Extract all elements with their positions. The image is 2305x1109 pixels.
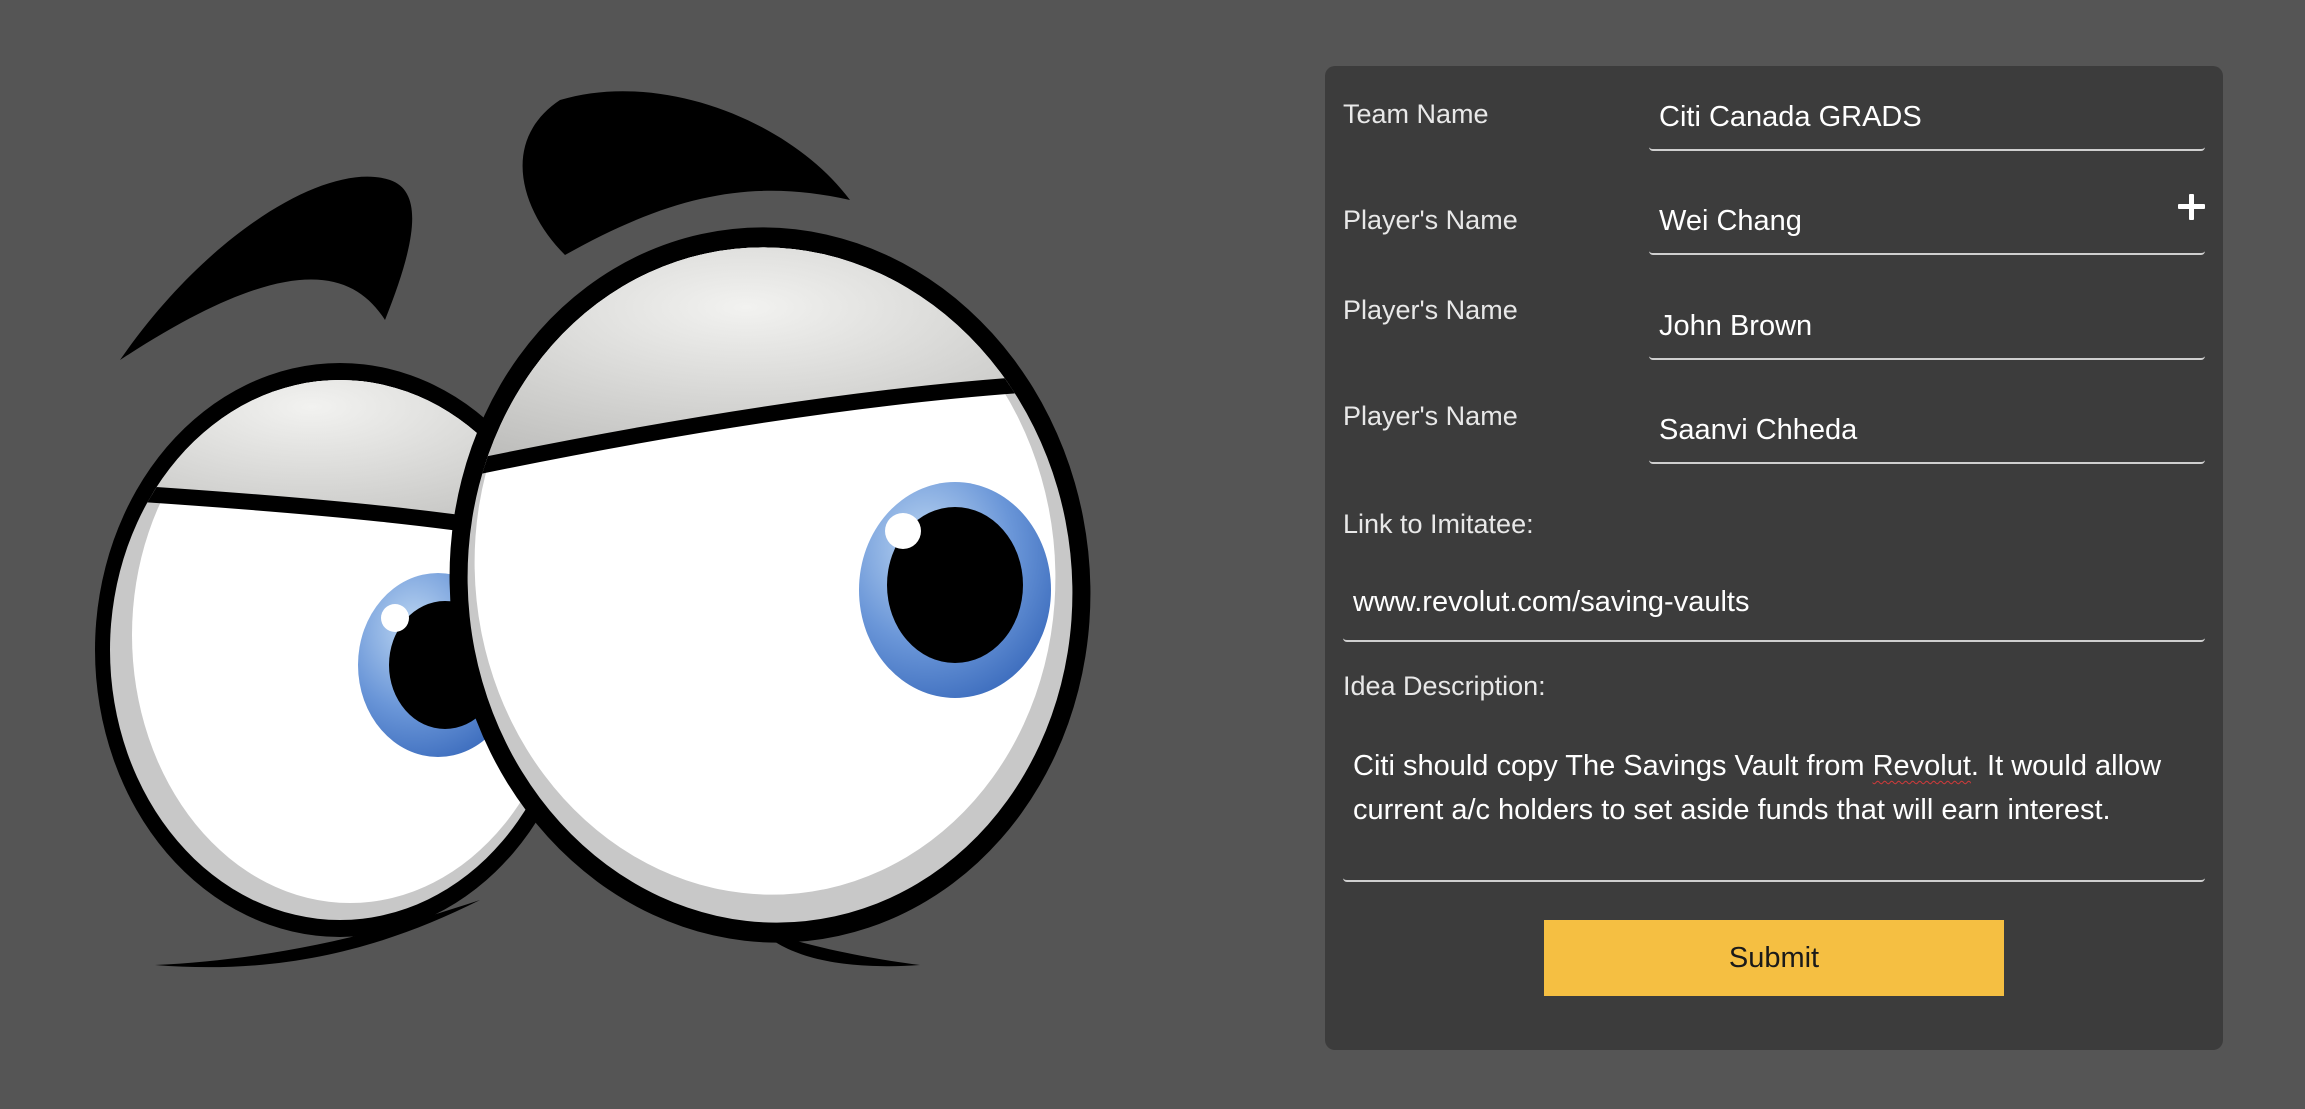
imitatee-link-field[interactable]: www.revolut.com/saving-vaults xyxy=(1343,560,2205,642)
player-1-name-field[interactable]: Wei Chang xyxy=(1649,185,2205,255)
team-name-value: Citi Canada GRADS xyxy=(1659,101,1922,133)
spelling-flagged-word: Revolut xyxy=(1872,750,1971,782)
add-player-plus-icon[interactable] xyxy=(2173,188,2209,224)
cartoon-eyes-illustration xyxy=(95,91,1106,968)
team-name-field[interactable]: Citi Canada GRADS xyxy=(1649,81,2205,151)
player-3-name-label: Player's Name xyxy=(1343,401,1518,431)
submission-form: Team Name Citi Canada GRADS Player's Nam… xyxy=(1325,66,2223,1050)
idea-description-label: Idea Description: xyxy=(1343,671,1546,701)
imitatee-link-value: www.revolut.com/saving-vaults xyxy=(1353,586,1750,618)
imitatee-link-label: Link to Imitatee: xyxy=(1343,509,1534,539)
left-eyebrow xyxy=(120,176,413,360)
player-2-name-label: Player's Name xyxy=(1343,295,1518,325)
right-eye xyxy=(440,220,1106,953)
player-3-name-field[interactable]: Saanvi Chheda xyxy=(1649,394,2205,464)
player-1-name-label: Player's Name xyxy=(1343,205,1518,235)
submit-button[interactable]: Submit xyxy=(1544,920,2004,996)
page: Team Name Citi Canada GRADS Player's Nam… xyxy=(0,0,2305,1109)
player-2-name-value: John Brown xyxy=(1659,310,1813,342)
player-1-name-value: Wei Chang xyxy=(1659,205,1802,237)
idea-description-textarea[interactable]: Citi should copy The Savings Vault from … xyxy=(1343,720,2205,882)
player-3-name-value: Saanvi Chheda xyxy=(1659,414,1858,446)
player-2-name-field[interactable]: John Brown xyxy=(1649,290,2205,360)
idea-description-value: Citi should copy The Savings Vault from … xyxy=(1353,750,2162,826)
team-name-label: Team Name xyxy=(1343,99,1489,129)
